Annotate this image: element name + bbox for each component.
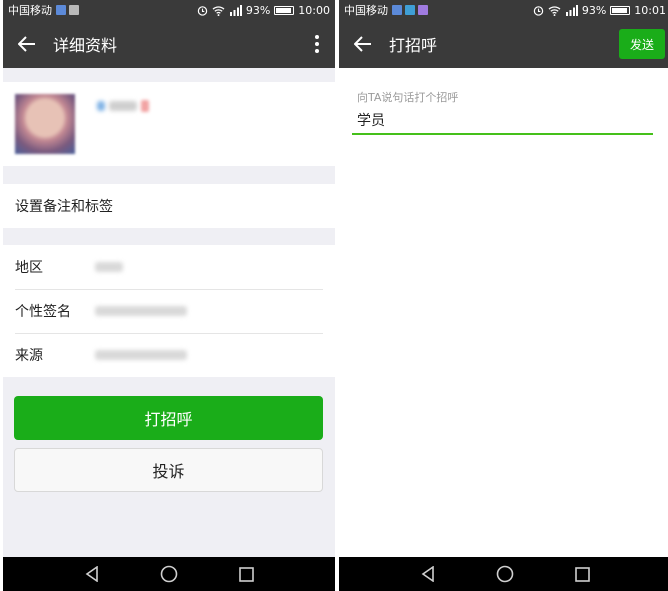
alarm-icon [533,5,544,16]
signal-icon [565,4,578,16]
signal-icon [229,4,242,16]
carrier-label: 中国移动 [8,4,52,17]
greeting-input[interactable] [352,107,653,135]
source-label: 来源 [15,348,43,364]
nav-back-button[interactable] [81,563,103,585]
nav-recents-icon [575,566,590,582]
greeting-input-hint: 向TA说句话打个招呼 [357,91,459,104]
say-hello-button[interactable]: 打招呼 [14,396,323,440]
back-button[interactable] [3,20,51,68]
send-button[interactable]: 发送 [619,29,665,59]
back-button[interactable] [339,20,387,68]
greeting-screen: 中国移动 93% 10:01 打招呼 发送 向TA说句话打个招呼 [339,0,668,591]
battery-percent: 93% [581,3,607,17]
system-nav-bar [339,557,668,591]
more-vertical-icon [315,35,319,53]
page-title: 打招呼 [389,36,438,55]
status-bar: 中国移动 93% 10:01 [339,0,668,20]
nav-home-icon [496,565,514,583]
notification-icon [69,5,79,15]
system-nav-bar [3,557,335,591]
battery-percent: 93% [245,3,271,17]
region-value-blurred [95,262,123,272]
source-value-blurred [95,350,187,360]
app-bar: 打招呼 发送 [339,20,668,68]
complain-button[interactable]: 投诉 [14,448,323,492]
clock: 10:00 [298,3,330,17]
battery-icon [274,5,295,15]
nickname-blurred [97,100,149,112]
nav-recents-button[interactable] [235,563,257,585]
nav-home-icon [160,565,178,583]
signature-value-blurred [95,306,187,316]
page-title: 详细资料 [53,36,118,55]
carrier-label: 中国移动 [344,4,388,17]
status-bar: 中国移动 93% 10:00 [3,0,335,20]
avatar[interactable] [15,94,75,154]
list-item-region: 地区 [3,245,335,289]
nav-back-icon [85,566,98,582]
notification-icon [418,5,428,15]
nav-home-button[interactable] [158,563,180,585]
more-button[interactable] [299,20,335,68]
list-item-source: 来源 [3,333,335,377]
alarm-icon [197,5,208,16]
profile-card[interactable] [3,82,335,166]
app-bar: 详细资料 [3,20,335,68]
nav-back-button[interactable] [417,563,439,585]
notification-icon [56,5,66,15]
back-arrow-icon [18,36,35,52]
notification-icon [405,5,415,15]
list-item-signature: 个性签名 [3,289,335,333]
nav-recents-icon [239,566,254,582]
detail-list: 地区 个性签名 来源 [3,245,335,377]
profile-screen: 中国移动 93% 10:00 详细资料 设置备注和标签 地区 个性签名 来源 打… [3,0,335,591]
set-remark-and-tags[interactable]: 设置备注和标签 [3,184,335,228]
notification-icon [392,5,402,15]
region-label: 地区 [15,260,43,276]
back-arrow-icon [354,36,371,52]
signature-label: 个性签名 [15,304,71,320]
gender-icon [141,100,149,112]
nav-back-icon [421,566,434,582]
nav-home-button[interactable] [494,563,516,585]
battery-icon [610,5,631,15]
nav-recents-button[interactable] [571,563,593,585]
clock: 10:01 [634,3,666,17]
wifi-icon [212,5,225,16]
wifi-icon [548,5,561,16]
